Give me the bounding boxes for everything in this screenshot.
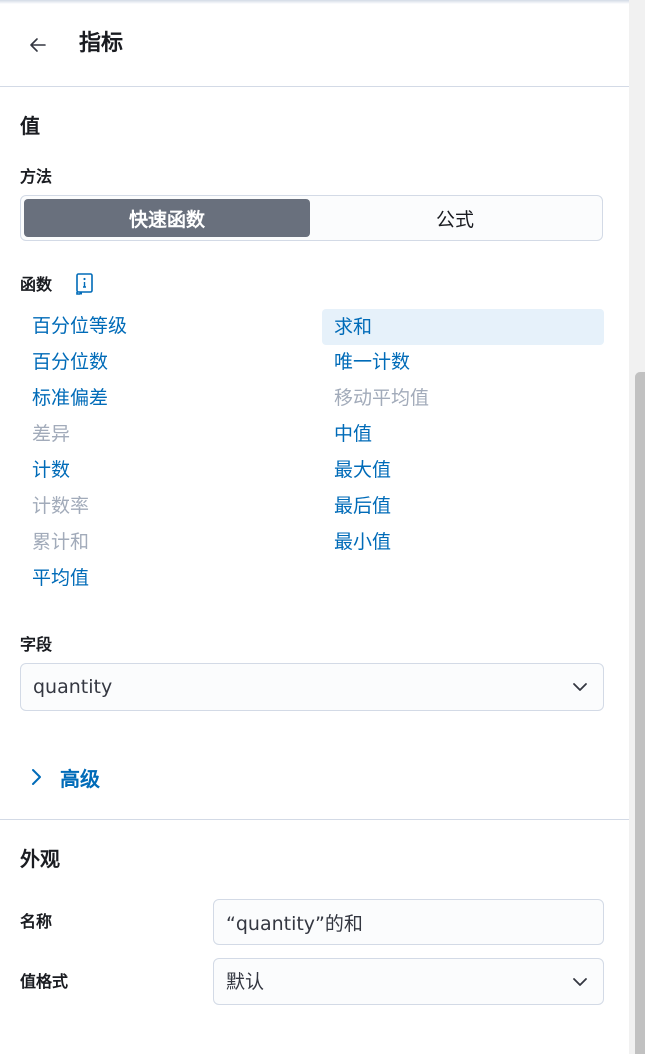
section-divider (0, 819, 629, 820)
arrow-left-icon (30, 38, 46, 52)
method-label: 方法 (20, 167, 53, 186)
function-maximum[interactable]: 最大值 (322, 452, 604, 488)
scrollbar-thumb[interactable] (635, 372, 645, 1054)
chevron-down-icon (573, 978, 587, 986)
function-unique-count[interactable]: 唯一计数 (322, 344, 604, 380)
metric-editor-page: 指标 值 方法 快速函数 公式 函数 百分位等级 百分位数 标准偏差 差异 计数… (0, 0, 645, 1054)
functions-label: 函数 (20, 275, 53, 294)
value-format-label: 值格式 (20, 972, 69, 991)
function-percentile-rank[interactable]: 百分位等级 (20, 308, 304, 344)
function-count[interactable]: 计数 (20, 452, 304, 488)
advanced-toggle[interactable]: 高级 (26, 762, 100, 792)
formula-button[interactable]: 公式 (311, 199, 599, 237)
function-counter-rate: 计数率 (32, 495, 90, 517)
method-button-group: 快速函数 公式 (20, 195, 603, 241)
function-differences: 差异 (32, 423, 71, 445)
appearance-section-title: 外观 (20, 847, 60, 871)
function-sum[interactable]: 求和 (322, 309, 604, 345)
metric-editor-panel: 指标 值 方法 快速函数 公式 函数 百分位等级 百分位数 标准偏差 差异 计数… (0, 0, 629, 1054)
name-label: 名称 (20, 912, 53, 931)
function-average[interactable]: 平均值 (20, 560, 304, 596)
documentation-icon[interactable] (74, 272, 96, 296)
function-cumulative-sum: 累计和 (32, 531, 90, 553)
chevron-right-icon (32, 769, 41, 785)
field-select-value: quantity (33, 676, 113, 698)
function-percentile[interactable]: 百分位数 (20, 344, 304, 380)
panel-header: 指标 (0, 4, 629, 87)
advanced-label: 高级 (60, 766, 100, 791)
panel-title: 指标 (79, 31, 124, 56)
value-format-select[interactable]: 默认 (213, 958, 604, 1005)
chevron-down-icon (573, 683, 587, 691)
function-median[interactable]: 中值 (322, 416, 604, 452)
function-minimum[interactable]: 最小值 (322, 524, 604, 560)
value-section-title: 值 (20, 114, 40, 138)
function-standard-deviation[interactable]: 标准偏差 (20, 380, 304, 416)
quick-function-button[interactable]: 快速函数 (24, 199, 310, 237)
back-button[interactable] (24, 31, 52, 59)
name-input[interactable] (213, 899, 604, 945)
function-moving-average: 移动平均值 (334, 387, 430, 409)
field-select[interactable]: quantity (20, 663, 604, 711)
function-last-value[interactable]: 最后值 (322, 488, 604, 524)
value-format-select-value: 默认 (226, 971, 265, 993)
field-label: 字段 (20, 635, 53, 654)
